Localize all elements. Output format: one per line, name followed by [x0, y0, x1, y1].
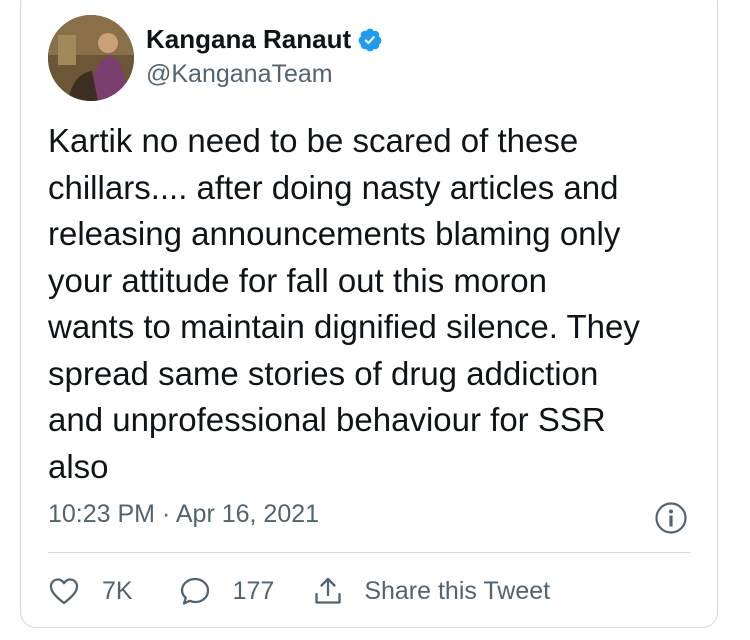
divider [48, 552, 690, 553]
tweet-actions: 7K 177 Share this Tweet [48, 575, 550, 607]
reply-icon [180, 577, 209, 605]
share-label: Share this Tweet [364, 576, 551, 605]
timestamp-separator: · [161, 500, 171, 528]
author-name[interactable]: Kangana Ranaut [146, 24, 351, 55]
avatar-photo [48, 15, 134, 101]
share-button[interactable]: Share this Tweet [312, 575, 550, 607]
author-handle[interactable]: @KanganaTeam [146, 60, 333, 89]
author-row: Kangana Ranaut [146, 24, 383, 55]
reply-button[interactable]: 177 [179, 575, 275, 607]
tweet-text: Kartik no need to be scared of these chi… [48, 122, 640, 485]
heart-icon [49, 578, 79, 605]
tweet-date: Apr 16, 2021 [175, 500, 320, 528]
reply-count: 177 [232, 576, 275, 605]
tweet-screenshot: Kangana Ranaut @KanganaTeam Kartik no ne… [0, 0, 750, 640]
verified-badge-icon [357, 27, 383, 53]
like-button[interactable]: 7K [48, 575, 133, 607]
tweet-timestamp[interactable]: 10:23 PM · Apr 16, 2021 [48, 500, 319, 529]
share-icon [315, 577, 341, 604]
info-icon[interactable] [654, 501, 688, 535]
avatar[interactable] [48, 15, 134, 101]
like-count: 7K [102, 576, 133, 605]
tweet-time: 10:23 PM [48, 500, 156, 528]
